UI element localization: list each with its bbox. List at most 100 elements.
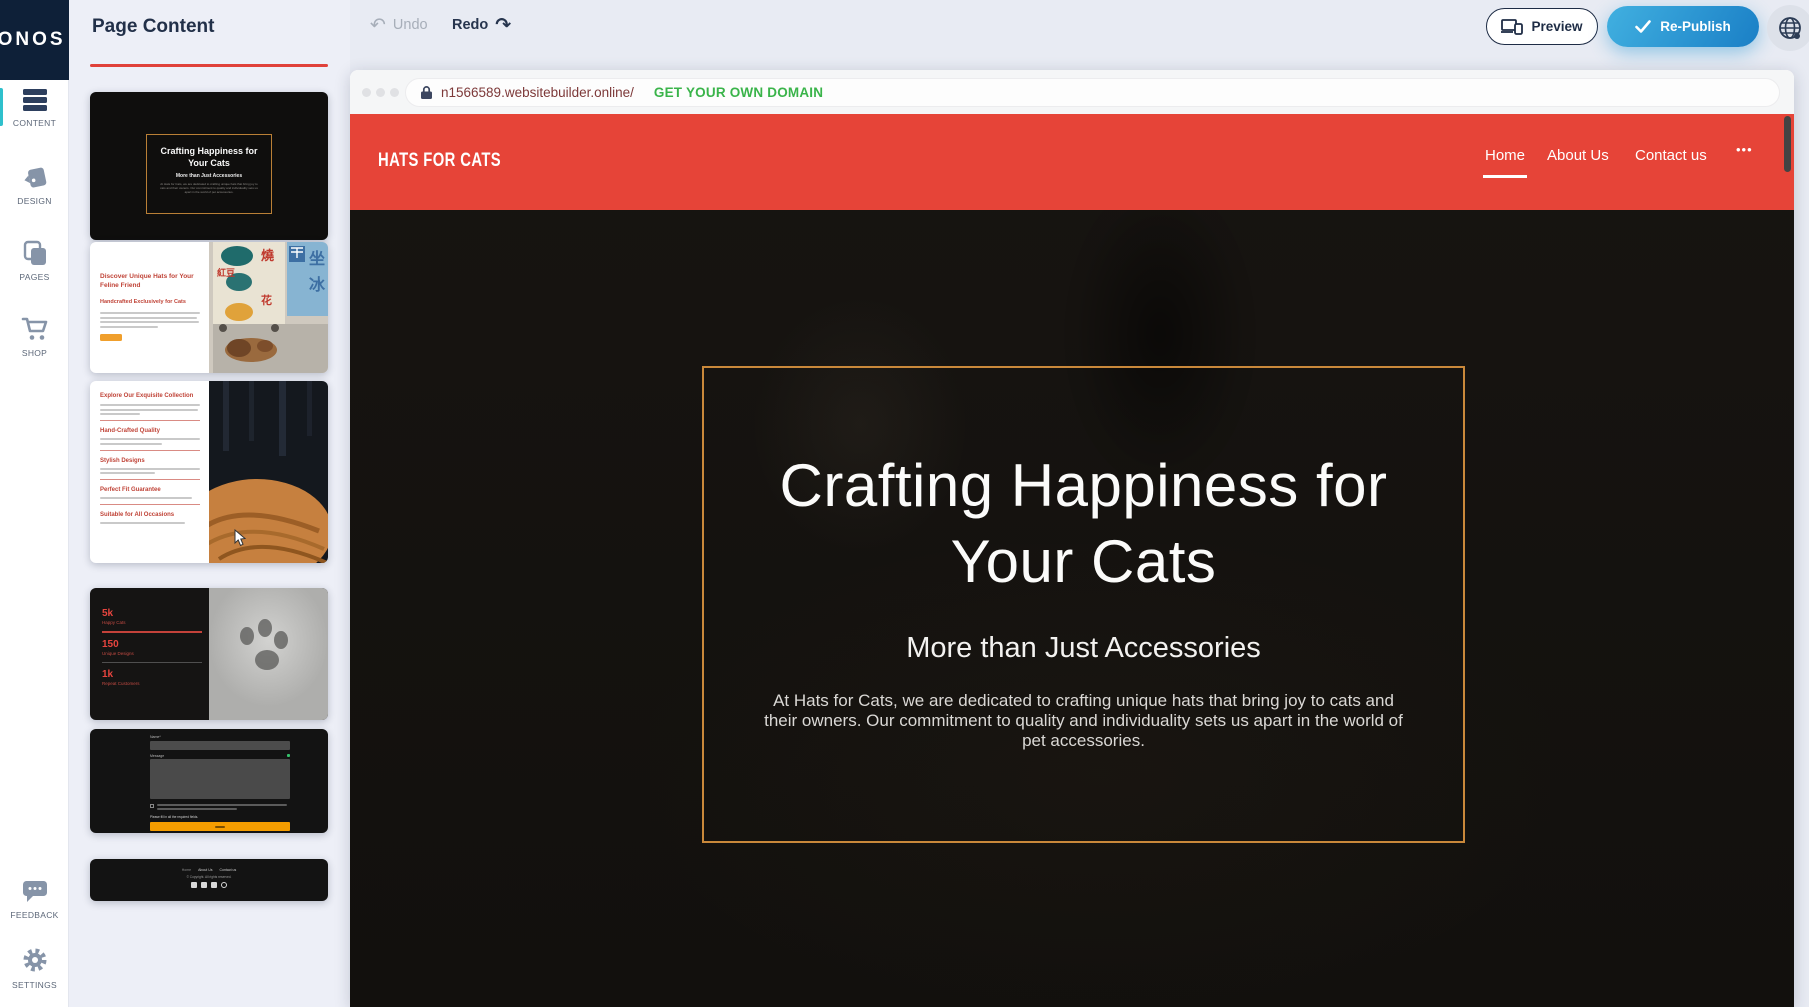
republish-button[interactable]: Re-Publish xyxy=(1607,6,1759,47)
stat-label: Unique Designs xyxy=(102,651,204,656)
sidebar-item-settings[interactable]: SETTINGS xyxy=(0,946,69,990)
stat-label: Repeat Customers xyxy=(102,681,204,686)
thumb-form-name-label: Name* xyxy=(150,735,292,739)
pages-icon xyxy=(22,240,48,266)
thumb-stats-photo xyxy=(209,588,328,720)
hero-content-block[interactable]: Crafting Happiness for Your Cats More th… xyxy=(702,366,1465,843)
sidebar-item-label: PAGES xyxy=(19,272,49,282)
site-header: HATS FOR CATS Home About Us Contact us •… xyxy=(350,114,1794,210)
redo-label: Redo xyxy=(452,17,488,33)
sidebar-item-label: DESIGN xyxy=(17,196,51,206)
nav-link-contact[interactable]: Contact us xyxy=(1635,147,1707,164)
sidebar-item-design[interactable]: DESIGN xyxy=(0,164,69,206)
preview-scrollbar-thumb[interactable] xyxy=(1784,116,1791,172)
thumb-collection-heading: Perfect Fit Guarantee xyxy=(100,487,202,493)
sidebar-item-pages[interactable]: PAGES xyxy=(0,240,69,282)
undo-label: Undo xyxy=(393,17,428,33)
active-tab-indicator xyxy=(90,64,328,67)
sidebar-item-shop[interactable]: SHOP xyxy=(0,316,69,358)
thumb-hero-body: At Hats for Cats, we are dedicated to cr… xyxy=(159,182,259,194)
thumb-hero-subtitle: More than Just Accessories xyxy=(176,173,242,179)
site-preview-frame: n1566589.websitebuilder.online/ GET YOUR… xyxy=(350,70,1794,1007)
site-url[interactable]: n1566589.websitebuilder.online/ xyxy=(441,85,634,100)
window-dot xyxy=(390,88,399,97)
social-icon xyxy=(201,882,207,888)
section-thumbnail-hero[interactable]: Crafting Happiness for Your Cats More th… xyxy=(90,92,328,240)
thumb-form-badge-icon xyxy=(287,754,291,758)
nav-link-about[interactable]: About Us xyxy=(1547,147,1609,164)
nav-active-underline xyxy=(1483,175,1527,178)
svg-text:坐: 坐 xyxy=(309,250,325,268)
thumb-collection-heading: Explore Our Exquisite Collection xyxy=(100,393,202,399)
section-thumbnail-stats[interactable]: 5k Happy Cats 150 Unique Designs 1k Repe… xyxy=(90,588,328,720)
language-globe-button[interactable] xyxy=(1767,5,1809,51)
undo-icon: ↶ xyxy=(370,16,386,34)
svg-text:花: 花 xyxy=(261,293,272,307)
thumb-hero-title-line1: Crafting Happiness for xyxy=(160,146,257,156)
redo-icon: ↷ xyxy=(495,16,511,34)
section-thumbnail-collection[interactable]: Explore Our Exquisite Collection Hand-Cr… xyxy=(90,381,328,563)
undo-button[interactable]: ↶ Undo xyxy=(370,16,428,34)
sidebar-item-feedback[interactable]: FEEDBACK xyxy=(0,878,69,920)
sidebar-item-label: FEEDBACK xyxy=(10,910,58,920)
nav-rail: IONOS CONTENT DESIGN xyxy=(0,0,69,1007)
lock-icon xyxy=(420,85,433,100)
svg-text:紅豆: 紅豆 xyxy=(217,267,235,278)
section-thumbnail-features[interactable]: Discover Unique Hats for Your Feline Fri… xyxy=(90,242,328,373)
nav-link-home[interactable]: Home xyxy=(1485,147,1525,164)
thumb-footer-copyright: © Copyright. All rights reserved. xyxy=(187,875,232,879)
thumb-footer-link: Contact us xyxy=(220,868,237,872)
republish-label: Re-Publish xyxy=(1660,19,1731,34)
social-icon xyxy=(221,882,227,888)
thumb-footer-link: About Us xyxy=(198,868,212,872)
site-brand[interactable]: HATS FOR CATS xyxy=(378,150,501,172)
section-thumbnail-form[interactable]: Name* Message Please fill in all the req… xyxy=(90,729,328,833)
preview-button[interactable]: Preview xyxy=(1486,8,1598,45)
sidebar-item-label: CONTENT xyxy=(13,118,56,128)
section-thumbnail-footer[interactable]: Home About Us Contact us © Copyright. Al… xyxy=(90,859,328,901)
thumb-footer-link: Home xyxy=(182,868,191,872)
check-icon xyxy=(1635,20,1651,33)
svg-text:冰: 冰 xyxy=(309,275,326,294)
thumb-features-heading: Discover Unique Hats for Your Feline Fri… xyxy=(100,272,200,290)
ionos-logo[interactable]: IONOS xyxy=(0,0,69,80)
nav-more-icon[interactable]: ••• xyxy=(1736,142,1753,157)
thumb-form-message-label: Message xyxy=(150,754,164,758)
thumb-form-message-textarea xyxy=(150,759,290,799)
hero-subtitle: More than Just Accessories xyxy=(906,632,1261,665)
sidebar-item-content[interactable]: CONTENT xyxy=(0,88,69,128)
shop-cart-icon xyxy=(21,316,49,342)
svg-text:燒: 燒 xyxy=(261,248,274,263)
panel-title: Page Content xyxy=(92,16,214,38)
thumb-collection-heading: Suitable for All Occasions xyxy=(100,512,202,518)
address-bar: n1566589.websitebuilder.online/ GET YOUR… xyxy=(405,78,1780,107)
site-canvas: HATS FOR CATS Home About Us Contact us •… xyxy=(350,114,1794,1007)
stat-value: 1k xyxy=(102,669,204,680)
window-dot xyxy=(376,88,385,97)
thumb-form-submit-button xyxy=(150,822,290,831)
preview-label: Preview xyxy=(1531,19,1582,34)
thumb-collection-heading: Stylish Designs xyxy=(100,458,202,464)
ionos-builder-app: IONOS CONTENT DESIGN xyxy=(0,0,1809,1007)
hero-title-line1: Crafting Happiness for xyxy=(780,452,1388,519)
get-domain-link[interactable]: GET YOUR OWN DOMAIN xyxy=(654,85,823,100)
feedback-bubble-icon xyxy=(21,878,49,904)
thumb-features-subheading: Handcrafted Exclusively for Cats xyxy=(100,299,200,305)
design-icon xyxy=(22,164,48,190)
redo-button[interactable]: Redo ↷ xyxy=(452,16,511,34)
sidebar-item-label: SHOP xyxy=(22,348,47,358)
thumb-collection-heading: Hand-Crafted Quality xyxy=(100,428,202,434)
stat-label: Happy Cats xyxy=(102,620,204,625)
social-icon xyxy=(211,882,217,888)
hero-body-text: At Hats for Cats, we are dedicated to cr… xyxy=(758,691,1410,750)
page-content-panel: Page Content Crafting Happiness for Your… xyxy=(69,0,350,1007)
hero-title-line2: Your Cats xyxy=(951,528,1217,595)
thumb-collection-photo xyxy=(209,381,328,563)
content-blocks-icon xyxy=(22,88,48,112)
devices-icon xyxy=(1501,19,1523,35)
globe-icon xyxy=(1777,15,1803,41)
thumb-form-name-input xyxy=(150,741,290,750)
stat-value: 5k xyxy=(102,608,204,619)
social-icon xyxy=(191,882,197,888)
thumb-form-note: Please fill in all the required fields. xyxy=(150,815,292,819)
